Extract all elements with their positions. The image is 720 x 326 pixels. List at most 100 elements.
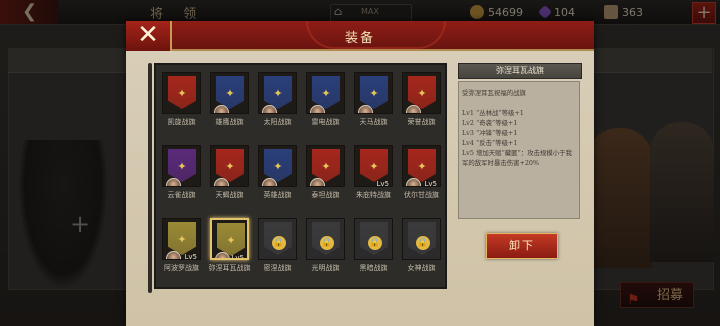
flag-icon: ✦: [360, 149, 388, 182]
flag-icon: ✦: [168, 76, 196, 109]
banner-image: ✦: [402, 72, 441, 114]
banner-grid: ✦ 凯旋战旗 ✦ 雄鹰战旗 ✦ 太阳战旗 ✦ 雷电战旗 ✦ 天马战旗 ✦ 荣誉战旗 ✦ 云雀战旗 ✦ 天蝎战旗…: [154, 63, 447, 289]
eagle-emblem-icon: ✦: [177, 233, 187, 246]
detail-line: Lv3 “冲锋”等级+1: [462, 129, 518, 137]
banner-slot[interactable]: ✦ 雷电战旗: [303, 69, 348, 131]
lock-icon: 🔒: [416, 236, 430, 250]
banner-name: 天蝎战旗: [215, 191, 244, 199]
banner-image: ✦: [210, 72, 249, 114]
banner-slot[interactable]: 🔒 密涅战旗: [255, 215, 300, 277]
modal-title: 装备: [344, 31, 375, 46]
general-avatar: [214, 178, 229, 186]
banner-image: ✦ Lv5: [354, 145, 393, 187]
detail-line: [462, 98, 576, 108]
detail-line: Lv5 增加天赋“藏匿”：攻击规模小于我军的敌军时暴击伤害+20%: [462, 149, 572, 167]
banner-slot[interactable]: ✦ 泰坦战旗: [303, 142, 348, 204]
general-avatar: [262, 178, 277, 186]
banner-slot[interactable]: ✦ 天蝎战旗: [207, 142, 252, 204]
banner-image: ✦: [306, 72, 345, 114]
banner-name: 光明战旗: [311, 264, 340, 272]
equip-modal: 装备 ✕ ✦ 凯旋战旗 ✦ 雄鹰战旗 ✦ 太阳战旗 ✦ 雷电战旗 ✦ 天马战旗 ✦ 荣誉战旗 ✦ 云雀战旗…: [126, 21, 594, 326]
banner-name: 弥涅耳瓦战旗: [208, 264, 251, 272]
banner-slot[interactable]: ✦ Lv5 弥涅耳瓦战旗: [207, 215, 252, 277]
detail-line: Lv4 “反击”等级+1: [462, 139, 518, 147]
banner-image: ✦: [258, 72, 297, 114]
banner-image: 🔒: [402, 218, 441, 260]
banner-image: ✦: [306, 145, 345, 187]
eagle-emblem-icon: ✦: [177, 160, 187, 173]
eagle-emblem-icon: ✦: [417, 87, 427, 100]
banner-slot[interactable]: ✦ 雄鹰战旗: [207, 69, 252, 131]
scrollbar[interactable]: [148, 63, 152, 293]
banner-image: ✦ Lv5: [210, 218, 249, 260]
detail-line: Lv2 “奇袭”等级+1: [462, 119, 518, 127]
level-badge: Lv5: [184, 253, 198, 260]
banner-image: 🔒: [306, 218, 345, 260]
banner-name: 凯旋战旗: [167, 118, 196, 126]
banner-image: ✦: [162, 145, 201, 187]
eagle-emblem-icon: ✦: [177, 87, 187, 100]
banner-name: 女神战旗: [407, 264, 436, 272]
banner-name: 雷电战旗: [311, 118, 340, 126]
banner-slot[interactable]: ✦ 荣誉战旗: [399, 69, 444, 131]
detail-line: Lv1 “丛林战”等级+1: [462, 109, 524, 117]
banner-name: 荣誉战旗: [407, 118, 436, 126]
banner-image: ✦: [162, 72, 201, 114]
banner-name: 朱庇特战旗: [356, 191, 391, 199]
unequip-button[interactable]: 卸下: [486, 233, 558, 259]
banner-slot[interactable]: ✦ Lv5 伏尔甘战旗: [399, 142, 444, 204]
banner-name: 英雄战旗: [263, 191, 292, 199]
eagle-emblem-icon: ✦: [226, 234, 236, 247]
banner-name: 阿波罗战旗: [164, 264, 199, 272]
banner-name: 伏尔甘战旗: [404, 191, 439, 199]
banner-name: 泰坦战旗: [311, 191, 340, 199]
banner-slot[interactable]: ✦ 云雀战旗: [159, 142, 204, 204]
banner-name: 太阳战旗: [263, 118, 292, 126]
banner-image: ✦ Lv5: [402, 145, 441, 187]
banner-slot[interactable]: 🔒 光明战旗: [303, 215, 348, 277]
detail-description: 受弥涅耳瓦祝福的战旗 Lv1 “丛林战”等级+1 Lv2 “奇袭”等级+1 Lv3 …: [458, 81, 580, 219]
banner-slot[interactable]: 🔒 女神战旗: [399, 215, 444, 277]
lock-icon: 🔒: [368, 236, 382, 250]
banner-name: 雄鹰战旗: [215, 118, 244, 126]
modal-header: 装备: [126, 21, 594, 51]
level-badge: Lv5: [376, 180, 390, 187]
banner-slot[interactable]: ✦ 天马战旗: [351, 69, 396, 131]
eagle-emblem-icon: ✦: [273, 160, 283, 173]
general-avatar: [215, 252, 230, 258]
eagle-emblem-icon: ✦: [273, 87, 283, 100]
eagle-emblem-icon: ✦: [369, 160, 379, 173]
banner-image: ✦: [210, 145, 249, 187]
banner-slot[interactable]: ✦ 太阳战旗: [255, 69, 300, 131]
general-avatar: [166, 178, 181, 186]
banner-slot[interactable]: 🔒 黑暗战旗: [351, 215, 396, 277]
eagle-emblem-icon: ✦: [417, 160, 427, 173]
banner-image: ✦ Lv5: [162, 218, 201, 260]
general-avatar: [214, 105, 229, 113]
general-avatar: [262, 105, 277, 113]
general-avatar: [406, 105, 421, 113]
eagle-emblem-icon: ✦: [369, 87, 379, 100]
detail-line: 受弥涅耳瓦祝福的战旗: [462, 89, 526, 97]
banner-slot[interactable]: ✦ Lv5 朱庇特战旗: [351, 142, 396, 204]
banner-name: 密涅战旗: [263, 264, 292, 272]
general-avatar: [406, 178, 421, 186]
eagle-emblem-icon: ✦: [321, 160, 331, 173]
banner-image: 🔒: [258, 218, 297, 260]
detail-title: 弥涅耳瓦战旗: [458, 63, 582, 79]
banner-image: 🔒: [354, 218, 393, 260]
banner-name: 天马战旗: [359, 118, 388, 126]
level-badge: Lv5: [424, 180, 438, 187]
banner-name: 黑暗战旗: [359, 264, 388, 272]
banner-slot[interactable]: ✦ Lv5 阿波罗战旗: [159, 215, 204, 277]
banner-slot[interactable]: ✦ 凯旋战旗: [159, 69, 204, 131]
close-button[interactable]: ✕: [126, 21, 172, 51]
lock-icon: 🔒: [320, 236, 334, 250]
banner-slot[interactable]: ✦ 英雄战旗: [255, 142, 300, 204]
lock-icon: 🔒: [272, 236, 286, 250]
banner-image: ✦: [258, 145, 297, 187]
general-avatar: [166, 251, 181, 259]
banner-name: 云雀战旗: [167, 191, 196, 199]
general-avatar: [310, 178, 325, 186]
banner-image: ✦: [354, 72, 393, 114]
